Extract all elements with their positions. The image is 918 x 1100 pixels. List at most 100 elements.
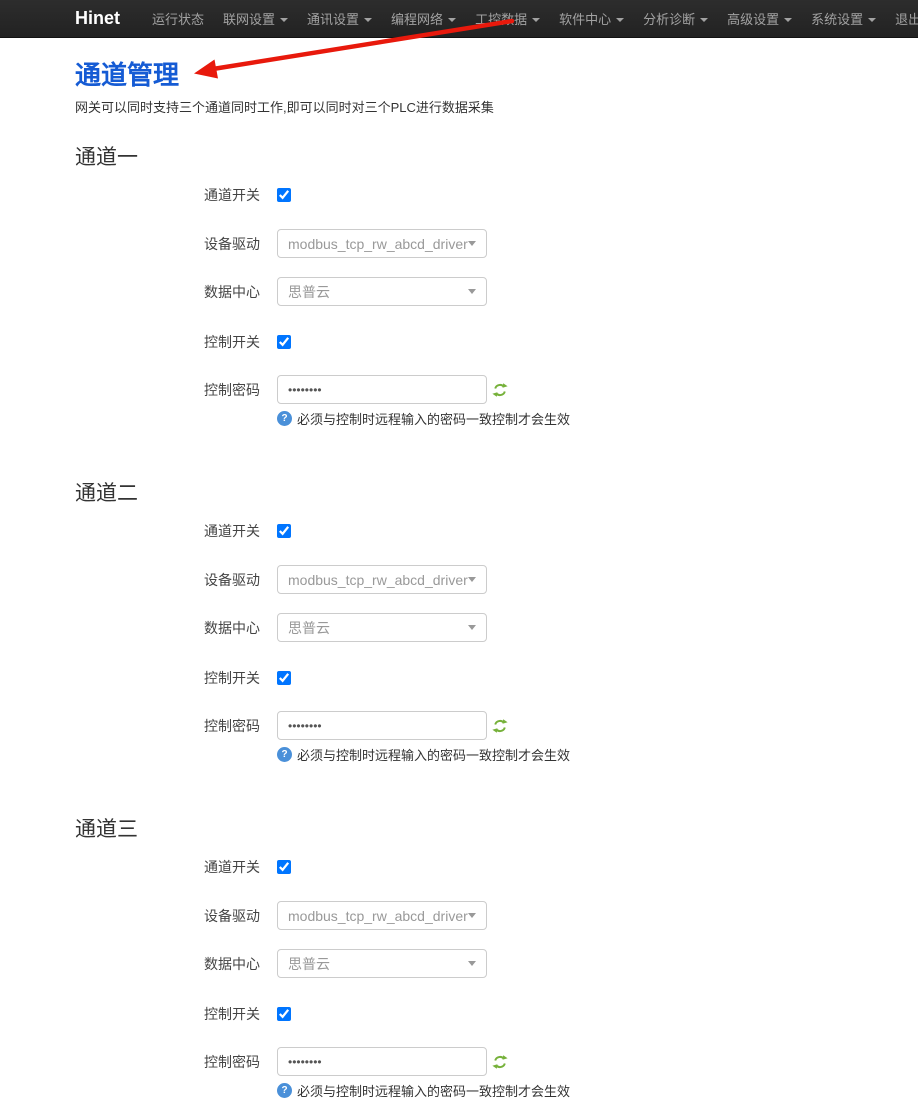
nav-item-label: 软件中心 xyxy=(559,9,611,28)
password-help: ? 必须与控制时远程输入的密码一致控制才会生效 xyxy=(277,1081,570,1100)
channel-switch-row: 通道开关 xyxy=(75,185,918,205)
chevron-down-icon xyxy=(468,289,476,294)
refresh-icon[interactable] xyxy=(492,1054,508,1070)
top-navbar: Hinet 运行状态 联网设置 通讯设置 编程网络 工控数据 软件中心 分析诊断… xyxy=(0,0,918,38)
control-switch-checkbox[interactable] xyxy=(277,335,291,349)
control-switch-checkbox[interactable] xyxy=(277,1007,291,1021)
password-help-row: ? 必须与控制时远程输入的密码一致控制才会生效 xyxy=(75,1081,918,1100)
nav-item-system-settings[interactable]: 系统设置 xyxy=(811,9,876,28)
password-help-row: ? 必须与控制时远程输入的密码一致控制才会生效 xyxy=(75,409,918,428)
control-switch-label: 控制开关 xyxy=(75,1004,260,1024)
chevron-down-icon xyxy=(700,18,708,22)
data-center-row: 数据中心 思普云 xyxy=(75,613,918,642)
chevron-down-icon xyxy=(468,913,476,918)
channel-switch-label: 通道开关 xyxy=(75,521,260,541)
nav-item-running-status[interactable]: 运行状态 xyxy=(152,9,204,28)
device-driver-label: 设备驱动 xyxy=(75,570,260,590)
refresh-icon[interactable] xyxy=(492,382,508,398)
channel-title: 通道一 xyxy=(75,146,918,169)
chevron-down-icon xyxy=(448,18,456,22)
chevron-down-icon xyxy=(616,18,624,22)
data-center-row: 数据中心 思普云 xyxy=(75,949,918,978)
nav-item-label: 工控数据 xyxy=(475,9,527,28)
data-center-value: 思普云 xyxy=(288,618,330,638)
main-content: 通道管理 网关可以同时支持三个通道同时工作,即可以同时对三个PLC进行数据采集 … xyxy=(0,38,918,1100)
chevron-down-icon xyxy=(364,18,372,22)
nav-item-software-center[interactable]: 软件中心 xyxy=(559,9,624,28)
data-center-value: 思普云 xyxy=(288,282,330,302)
refresh-icon[interactable] xyxy=(492,718,508,734)
control-password-row: 控制密码 xyxy=(75,375,918,404)
device-driver-label: 设备驱动 xyxy=(75,906,260,926)
channel-switch-checkbox[interactable] xyxy=(277,860,291,874)
channel-two-section: 通道二 通道开关 设备驱动 modbus_tcp_rw_abcd_driver … xyxy=(75,482,918,764)
chevron-down-icon xyxy=(468,961,476,966)
control-switch-label: 控制开关 xyxy=(75,332,260,352)
nav-item-network-settings[interactable]: 联网设置 xyxy=(223,9,288,28)
chevron-down-icon xyxy=(468,577,476,582)
password-help-text: 必须与控制时远程输入的密码一致控制才会生效 xyxy=(297,1081,570,1100)
data-center-label: 数据中心 xyxy=(75,282,260,302)
device-driver-row: 设备驱动 modbus_tcp_rw_abcd_driver xyxy=(75,901,918,930)
control-switch-row: 控制开关 xyxy=(75,668,918,688)
nav-item-logout[interactable]: 退出 xyxy=(895,9,918,28)
data-center-select[interactable]: 思普云 xyxy=(277,613,487,642)
control-switch-label: 控制开关 xyxy=(75,668,260,688)
channel-three-section: 通道三 通道开关 设备驱动 modbus_tcp_rw_abcd_driver … xyxy=(75,818,918,1100)
chevron-down-icon xyxy=(868,18,876,22)
device-driver-select[interactable]: modbus_tcp_rw_abcd_driver xyxy=(277,901,487,930)
channel-switch-checkbox[interactable] xyxy=(277,188,291,202)
chevron-down-icon xyxy=(468,241,476,246)
control-password-label: 控制密码 xyxy=(75,380,260,400)
nav-item-label: 联网设置 xyxy=(223,9,275,28)
device-driver-value: modbus_tcp_rw_abcd_driver xyxy=(288,908,468,924)
nav-item-label: 高级设置 xyxy=(727,9,779,28)
nav-item-advanced-settings[interactable]: 高级设置 xyxy=(727,9,792,28)
channel-switch-label: 通道开关 xyxy=(75,185,260,205)
control-password-input[interactable] xyxy=(277,711,487,740)
channel-switch-label: 通道开关 xyxy=(75,857,260,877)
control-switch-row: 控制开关 xyxy=(75,332,918,352)
brand-logo[interactable]: Hinet xyxy=(75,8,120,29)
control-password-input[interactable] xyxy=(277,1047,487,1076)
chevron-down-icon xyxy=(280,18,288,22)
nav-item-industrial-data[interactable]: 工控数据 xyxy=(475,9,540,28)
channel-one-section: 通道一 通道开关 设备驱动 modbus_tcp_rw_abcd_driver … xyxy=(75,146,918,428)
control-password-row: 控制密码 xyxy=(75,711,918,740)
device-driver-select[interactable]: modbus_tcp_rw_abcd_driver xyxy=(277,565,487,594)
data-center-select[interactable]: 思普云 xyxy=(277,949,487,978)
channel-title: 通道三 xyxy=(75,818,918,841)
nav-item-comm-settings[interactable]: 通讯设置 xyxy=(307,9,372,28)
password-help-text: 必须与控制时远程输入的密码一致控制才会生效 xyxy=(297,409,570,428)
device-driver-value: modbus_tcp_rw_abcd_driver xyxy=(288,236,468,252)
device-driver-row: 设备驱动 modbus_tcp_rw_abcd_driver xyxy=(75,229,918,258)
device-driver-row: 设备驱动 modbus_tcp_rw_abcd_driver xyxy=(75,565,918,594)
control-switch-row: 控制开关 xyxy=(75,1004,918,1024)
channel-switch-row: 通道开关 xyxy=(75,521,918,541)
data-center-value: 思普云 xyxy=(288,954,330,974)
control-switch-checkbox[interactable] xyxy=(277,671,291,685)
control-password-label: 控制密码 xyxy=(75,716,260,736)
nav-item-label: 运行状态 xyxy=(152,9,204,28)
data-center-label: 数据中心 xyxy=(75,954,260,974)
nav-item-analysis-diagnosis[interactable]: 分析诊断 xyxy=(643,9,708,28)
control-password-label: 控制密码 xyxy=(75,1052,260,1072)
control-password-row: 控制密码 xyxy=(75,1047,918,1076)
page-subtitle: 网关可以同时支持三个通道同时工作,即可以同时对三个PLC进行数据采集 xyxy=(75,97,918,116)
channel-switch-checkbox[interactable] xyxy=(277,524,291,538)
device-driver-value: modbus_tcp_rw_abcd_driver xyxy=(288,572,468,588)
chevron-down-icon xyxy=(784,18,792,22)
control-password-input[interactable] xyxy=(277,375,487,404)
chevron-down-icon xyxy=(532,18,540,22)
help-icon: ? xyxy=(277,411,292,426)
nav-item-programming-network[interactable]: 编程网络 xyxy=(391,9,456,28)
nav-item-label: 分析诊断 xyxy=(643,9,695,28)
password-help: ? 必须与控制时远程输入的密码一致控制才会生效 xyxy=(277,745,570,764)
device-driver-select[interactable]: modbus_tcp_rw_abcd_driver xyxy=(277,229,487,258)
nav-item-label: 编程网络 xyxy=(391,9,443,28)
data-center-select[interactable]: 思普云 xyxy=(277,277,487,306)
device-driver-label: 设备驱动 xyxy=(75,234,260,254)
nav-item-label: 通讯设置 xyxy=(307,9,359,28)
data-center-row: 数据中心 思普云 xyxy=(75,277,918,306)
channel-switch-row: 通道开关 xyxy=(75,857,918,877)
